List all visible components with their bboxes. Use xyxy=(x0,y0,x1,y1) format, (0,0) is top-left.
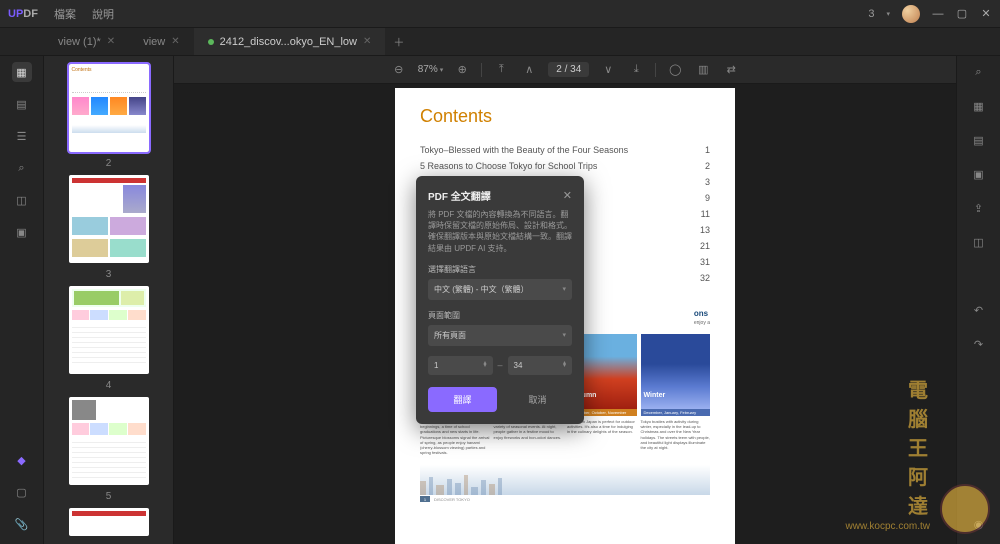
redo-icon[interactable]: ↷ xyxy=(969,334,989,354)
thumbnail-page-2[interactable]: Contents xyxy=(69,64,149,152)
layers-icon[interactable]: ◫ xyxy=(12,190,32,210)
left-iconbar: ▦ ▤ ☰ ⌕ ◫ ▣ ◆ ▢ 📎 xyxy=(0,56,44,544)
close-icon[interactable]: ✕ xyxy=(363,36,371,47)
avatar[interactable] xyxy=(902,5,920,23)
translate-icon[interactable]: ⇄ xyxy=(722,61,740,79)
ai-icon[interactable]: ◆ xyxy=(12,450,32,470)
attachment-icon[interactable]: ▣ xyxy=(12,222,32,242)
season-text: Tokyo bustles with activity during winte… xyxy=(641,419,711,450)
thumbnail-label: 4 xyxy=(106,380,112,391)
app-logo: UPDF xyxy=(8,8,38,20)
contents-heading: Contents xyxy=(420,106,710,127)
undo-icon[interactable]: ↶ xyxy=(969,300,989,320)
thumbnail-page-5[interactable] xyxy=(69,397,149,485)
layout-icon[interactable]: ▥ xyxy=(694,61,712,79)
save-icon[interactable]: ▢ xyxy=(12,482,32,502)
search-icon[interactable]: ⌕ xyxy=(969,62,989,82)
maximize-button[interactable]: ▢ xyxy=(956,8,968,20)
tab-file-1[interactable]: view (1)*✕ xyxy=(44,28,129,55)
spinner-icon[interactable]: ▴▾ xyxy=(483,362,486,369)
watermark: 電腦王阿達 www.kocpc.com.tw xyxy=(940,484,990,534)
tab-file-2[interactable]: view✕ xyxy=(129,28,193,55)
season-period: December, January, February xyxy=(641,409,711,416)
tabbar: view (1)*✕ view✕ 2412_discov...okyo_EN_l… xyxy=(0,28,1000,56)
menu-file[interactable]: 檔案 xyxy=(54,6,76,22)
range-to-input[interactable]: 34▴▾ xyxy=(508,356,573,375)
form-icon[interactable]: ▣ xyxy=(969,164,989,184)
thumbnail-page-4[interactable] xyxy=(69,286,149,374)
clip-icon[interactable]: 📎 xyxy=(12,514,32,534)
thumbnail-label: 3 xyxy=(106,269,112,280)
range-label: 頁面範圍 xyxy=(428,310,572,321)
toolbar: ⊖ 87% ▾ ⊕ ⤒ ∧ 2 / 34 ∨ ⤓ ◯ ▥ ⇄ xyxy=(174,56,956,84)
chevron-down-icon: ▾ xyxy=(562,331,566,339)
cancel-button[interactable]: 取消 xyxy=(503,387,572,412)
zoom-out-icon[interactable]: ⊖ xyxy=(390,61,408,79)
right-iconbar: ⌕ ▦ ▤ ▣ ⇪ ◫ ↶ ↷ ◉ xyxy=(956,56,1000,544)
tab-add[interactable]: ＋ xyxy=(385,28,412,55)
thumbnail-label: 2 xyxy=(106,158,112,169)
close-icon[interactable]: ✕ xyxy=(107,36,115,47)
season-text: Spring is a season of endings and beginn… xyxy=(420,419,490,455)
range-select[interactable]: 所有頁面▾ xyxy=(428,325,572,346)
dialog-title: PDF 全文翻譯 xyxy=(428,188,491,203)
counter-label: 3 xyxy=(868,8,874,20)
tab-file-3[interactable]: 2412_discov...okyo_EN_low✕ xyxy=(194,28,386,55)
zoom-value[interactable]: 87% ▾ xyxy=(418,64,444,75)
chevron-down-icon: ▾ xyxy=(562,285,566,293)
page-indicator[interactable]: 2 / 34 xyxy=(548,62,589,77)
outline-icon[interactable]: ☰ xyxy=(12,126,32,146)
lang-select[interactable]: 中文 (繁體) - 中文（繁體）▾ xyxy=(428,279,572,300)
edit-icon[interactable]: ▦ xyxy=(969,96,989,116)
status-dot-icon xyxy=(208,39,214,45)
thumbnail-page-6[interactable] xyxy=(69,508,149,536)
spinner-icon[interactable]: ▴▾ xyxy=(563,362,566,369)
dialog-close-icon[interactable]: ✕ xyxy=(563,189,572,202)
translate-dialog: PDF 全文翻譯 ✕ 將 PDF 文檔的內容轉換為不同語言。翻譯時保留文檔的原始… xyxy=(416,176,584,424)
counter-chevron-icon[interactable]: ▾ xyxy=(886,10,890,18)
lang-label: 選擇翻譯語言 xyxy=(428,264,572,275)
dialog-description: 將 PDF 文檔的內容轉換為不同語言。翻譯時保留文檔的原始佈局、設計和格式。確保… xyxy=(428,209,572,254)
toc-row[interactable]: Tokyo–Blessed with the Beauty of the Fou… xyxy=(420,145,710,155)
close-button[interactable]: ✕ xyxy=(980,8,992,20)
thumbnail-label: 5 xyxy=(106,491,112,502)
menu-help[interactable]: 說明 xyxy=(92,6,114,22)
last-page-icon[interactable]: ⤓ xyxy=(627,61,645,79)
text-icon[interactable]: ▤ xyxy=(969,130,989,150)
range-from-input[interactable]: 1▴▾ xyxy=(428,356,493,375)
thumbnail-page-3[interactable] xyxy=(69,175,149,263)
skyline-graphic xyxy=(420,465,710,495)
close-icon[interactable]: ✕ xyxy=(171,36,179,47)
next-page-icon[interactable]: ∨ xyxy=(599,61,617,79)
prev-page-icon[interactable]: ∧ xyxy=(520,61,538,79)
translate-button[interactable]: 翻譯 xyxy=(428,387,497,412)
season-image: Winter xyxy=(641,334,711,409)
bookmark-icon[interactable]: ▤ xyxy=(12,94,32,114)
seasons-heading: ons xyxy=(694,309,710,318)
thumbnail-panel[interactable]: Contents 2 xyxy=(44,56,174,544)
titlebar: UPDF 檔案 說明 3 ▾ — ▢ ✕ xyxy=(0,0,1000,28)
toc-row[interactable]: 5 Reasons to Choose Tokyo for School Tri… xyxy=(420,161,710,171)
share-icon[interactable]: ◫ xyxy=(969,232,989,252)
comment-icon[interactable]: ◯ xyxy=(666,61,684,79)
thumbnail-view-icon[interactable]: ▦ xyxy=(12,62,32,82)
export-icon[interactable]: ⇪ xyxy=(969,198,989,218)
seasons-sub: enjoy a xyxy=(694,320,710,326)
range-dash: – xyxy=(498,360,503,370)
minimize-button[interactable]: — xyxy=(932,8,944,20)
search-icon[interactable]: ⌕ xyxy=(12,158,32,178)
zoom-in-icon[interactable]: ⊕ xyxy=(453,61,471,79)
page-footer: 1 DISCOVER TOKYO xyxy=(420,495,710,503)
first-page-icon[interactable]: ⤒ xyxy=(492,61,510,79)
season-card: Winter December, January, February Tokyo… xyxy=(641,334,711,455)
season-name: Winter xyxy=(644,392,666,399)
